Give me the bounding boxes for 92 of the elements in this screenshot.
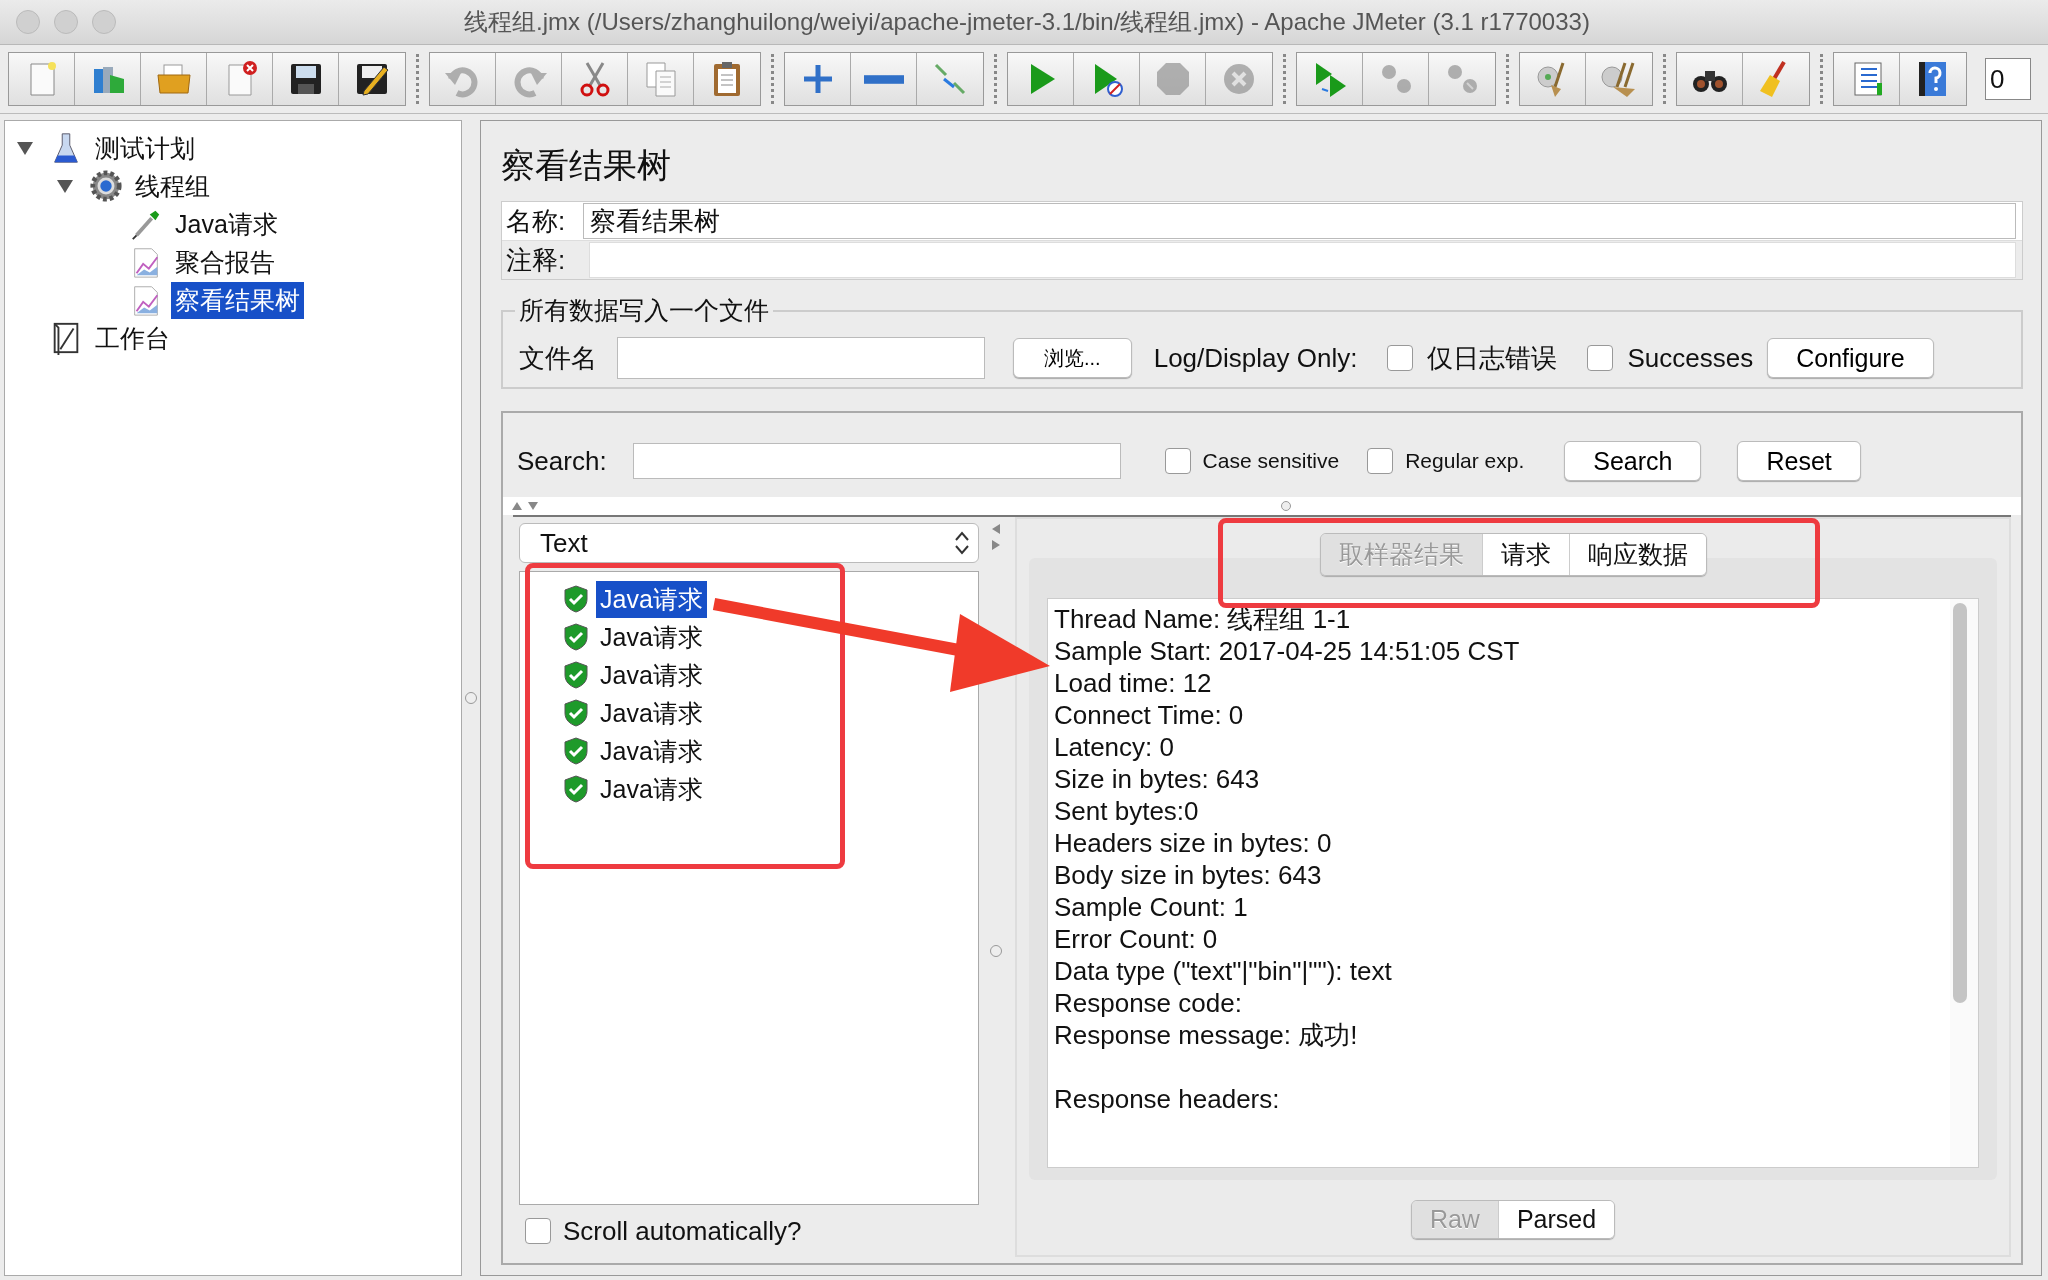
window-title: 线程组.jmx (/Users/zhanghuilong/weiyi/apache-jmeter-3.1/bin/线程组.jmx) - Apache JMeter (3.1 r1770033): [464, 7, 1590, 37]
books-button[interactable]: [75, 53, 141, 105]
reset-button[interactable]: Reset: [1737, 441, 1861, 481]
result-line: Sent bytes:0: [1054, 795, 1200, 827]
result-line: Connect Time: 0: [1054, 699, 1245, 731]
checkbox[interactable]: [1164, 448, 1191, 474]
scroll-thumb[interactable]: [1953, 603, 1967, 1003]
result-item[interactable]: Java请求: [596, 694, 707, 732]
minus-button[interactable]: [851, 53, 917, 105]
toggle-button[interactable]: [917, 53, 983, 105]
search-label: Search:: [516, 445, 608, 477]
zoom-window-button[interactable]: [92, 10, 116, 34]
configure-button[interactable]: Configure: [1767, 338, 1934, 378]
tree-item[interactable]: Java请求: [171, 205, 282, 243]
checkbox[interactable]: [1587, 345, 1614, 371]
gear-icon: [89, 169, 123, 203]
checkbox-label: Scroll automatically?: [562, 1215, 803, 1247]
broom-gear-button[interactable]: [1520, 53, 1586, 105]
collapse-arrows-icon[interactable]: [511, 500, 541, 512]
tree-item[interactable]: 测试计划: [91, 129, 199, 167]
group-title: 所有数据写入一个文件: [518, 295, 770, 326]
result-line: Data type ("text"|"bin"|""): text: [1054, 955, 1393, 987]
result-line: Load time: 12: [1054, 667, 1213, 699]
result-item[interactable]: Java请求: [596, 618, 707, 656]
result-line: Latency: 0: [1054, 731, 1175, 763]
folder-button[interactable]: [141, 53, 207, 105]
tab[interactable]: 响应数据: [1568, 534, 1706, 575]
scissors-button[interactable]: [562, 53, 628, 105]
clipboard-button[interactable]: [694, 53, 760, 105]
comment-field[interactable]: [589, 242, 2016, 278]
filename-field[interactable]: [617, 337, 985, 379]
result-line: Sample Start: 2017-04-25 14:51:05 CST: [1054, 635, 1521, 667]
split-handle-icon[interactable]: [990, 945, 1002, 957]
checkbox[interactable]: [1387, 345, 1414, 371]
log-display-label: Log/Display Only:: [1152, 342, 1359, 374]
checkbox-label: Successes: [1626, 342, 1755, 374]
tree-item[interactable]: 聚合报告: [171, 243, 279, 281]
name-field[interactable]: 察看结果树: [583, 203, 2016, 239]
result-line: Response code:: [1054, 987, 1243, 1019]
result-line: Error Count: 0: [1054, 923, 1219, 955]
result-item[interactable]: Java请求: [596, 580, 707, 618]
floppy-pencil-button[interactable]: [339, 53, 405, 105]
checkbox[interactable]: [525, 1218, 551, 1244]
result-item[interactable]: Java请求: [596, 732, 707, 770]
result-item[interactable]: Java请求: [596, 656, 707, 694]
collapse-arrows-icon[interactable]: [990, 523, 1002, 553]
name-label: 名称:: [505, 204, 567, 238]
tree-item[interactable]: 线程组: [131, 167, 214, 205]
counter-field: 0: [1985, 58, 2031, 100]
browse-button[interactable]: 浏览...: [1013, 338, 1132, 378]
plus-button[interactable]: [785, 53, 851, 105]
result-line: Headers size in bytes: 0: [1054, 827, 1333, 859]
result-line: Response message: 成功!: [1054, 1019, 1359, 1051]
split-handle-icon[interactable]: [1281, 501, 1291, 511]
result-line: Body size in bytes: 643: [1054, 859, 1323, 891]
result-line: Response headers:: [1054, 1083, 1281, 1115]
list-button[interactable]: [1834, 53, 1900, 105]
play-button[interactable]: [1008, 53, 1074, 105]
expand-toggle-icon[interactable]: [17, 141, 33, 155]
panel-title: 察看结果树: [501, 145, 672, 186]
help-book-button[interactable]: [1900, 53, 1966, 105]
minus-icon: [863, 74, 904, 84]
tree-item[interactable]: 察看结果树: [171, 281, 304, 319]
tree-item[interactable]: 工作台: [91, 319, 174, 357]
checkbox-label: Case sensitive: [1201, 449, 1341, 473]
checkbox-label: 仅日志错误: [1426, 341, 1559, 375]
close-document-button[interactable]: [207, 53, 273, 105]
binoculars-button[interactable]: [1677, 53, 1743, 105]
tab[interactable]: 请求: [1481, 534, 1569, 575]
result-line: Size in bytes: 643: [1054, 763, 1261, 795]
search-field[interactable]: [632, 443, 1121, 479]
result-line: Sample Count: 1: [1054, 891, 1249, 923]
minimize-window-button[interactable]: [54, 10, 78, 34]
document-button[interactable]: [9, 53, 75, 105]
search-button[interactable]: Search: [1564, 441, 1702, 481]
checkbox[interactable]: [1367, 448, 1394, 474]
comment-label: 注释:: [505, 243, 567, 277]
broom-gear-button[interactable]: [1586, 53, 1652, 105]
result-line: Thread Name: 线程组 1-1: [1054, 603, 1352, 635]
expand-toggle-icon[interactable]: [57, 179, 73, 193]
split-handle-icon[interactable]: [465, 692, 477, 704]
updown-caret-icon: [954, 530, 970, 556]
scrollbar[interactable]: [1950, 599, 1978, 1167]
close-window-button[interactable]: [16, 10, 40, 34]
renderer-dropdown[interactable]: Text: [519, 523, 979, 563]
checkbox-label: Regular exp.: [1404, 449, 1526, 473]
view-mode-tab[interactable]: Parsed: [1497, 1201, 1615, 1238]
result-item[interactable]: Java请求: [596, 770, 707, 808]
play-no-timer-button[interactable]: [1074, 53, 1140, 105]
filename-label: 文件名: [518, 341, 598, 375]
remote-play-button[interactable]: [1297, 53, 1363, 105]
floppy-button[interactable]: [273, 53, 339, 105]
